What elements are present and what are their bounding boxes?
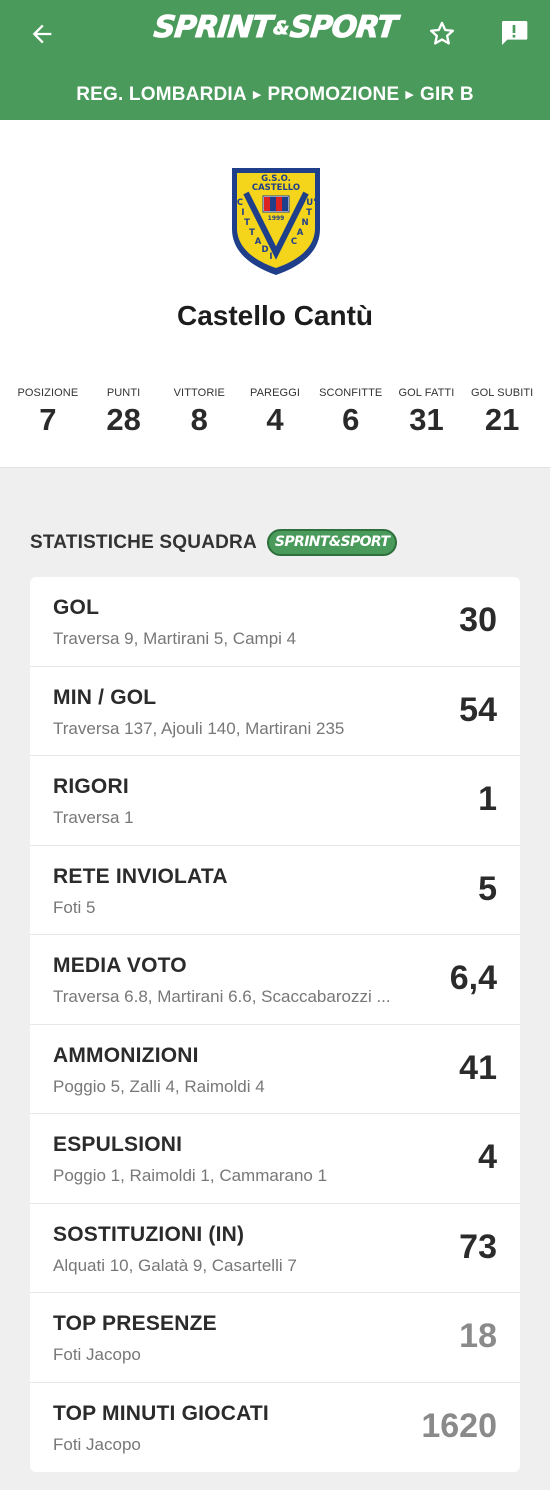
stat-row-value: 41 [459,1048,497,1087]
stat-row-value: 18 [459,1317,497,1355]
stat-row-title: MEDIA VOTO [53,954,187,977]
svg-text:U': U' [306,198,316,208]
sprint-sport-mini-logo: SPRINT&SPORT [266,529,398,556]
stat-row-red-cards[interactable]: ESPULSIONI Poggio 1, Raimoldi 1, Cammara… [30,1114,520,1204]
stat-value: 7 [39,402,57,437]
stat-row-yellow-cards[interactable]: AMMONIZIONI Poggio 5, Zalli 4, Raimoldi … [30,1025,520,1114]
stat-row-subtitle: Traversa 6.8, Martirani 6.6, Scaccabaroz… [53,987,391,1006]
stat-row-title: MIN / GOL [53,685,157,709]
stat-row-value: 73 [459,1227,497,1266]
stat-row-title: RIGORI [53,775,129,798]
stat-row-goals[interactable]: GOL Traversa 9, Martirani 5, Campi 4 30 [30,577,520,667]
breadcrumb-group[interactable]: GIR B [420,84,474,105]
logo-ampersand: & [271,18,289,40]
stat-label: PAREGGI [250,387,301,399]
stat-row-top-minutes[interactable]: TOP MINUTI GIOCATI Foti Jacopo 1620 [30,1383,520,1473]
section-title: STATISTICHE SQUADRA SPRINT&SPORT [30,529,398,556]
stat-row-subtitle: Foti 5 [53,897,96,917]
breadcrumb-separator-icon: ▶ [405,89,415,101]
stat-label: VITTORIE [173,387,225,399]
team-badge-icon: G.S.O. CASTELLO 1999 CITTA DI U'TNAC [232,168,320,275]
stat-row-subtitle: Poggio 5, Zalli 4, Raimoldi 4 [53,1076,265,1096]
stat-label: PUNTI [106,387,141,399]
svg-text:C: C [237,198,243,208]
logo-text-left: SPRINT [151,10,274,46]
stat-row-title: AMMONIZIONI [53,1043,199,1067]
stat-row-value: 30 [459,601,497,639]
breadcrumb-region[interactable]: REG. LOMBARDIA [76,84,247,105]
stat-points: PUNTI 28 [86,387,162,438]
report-button[interactable] [495,14,533,52]
stat-row-subtitle: Foti Jacopo [53,1345,141,1364]
badge-club-text: CASTELLO [252,183,300,193]
stat-label: GOL FATTI [398,387,455,399]
app-header: SPRINT&SPORT REG. LOMBARDIA ▶ PROMOZIONE ▶ G… [0,0,550,120]
stat-value: 4 [266,402,284,437]
badge-year-text: 1999 [268,215,285,222]
stat-value: 31 [409,402,444,437]
breadcrumb-separator-icon: ▶ [252,89,262,101]
stat-row-subtitle: Traversa 9, Martirani 5, Campi 4 [53,629,297,648]
svg-text:T: T [306,208,312,218]
stat-row-title: ESPULSIONI [53,1133,183,1156]
svg-text:I: I [241,208,244,218]
svg-text:D: D [261,245,268,255]
stat-row-value: 4 [478,1138,497,1176]
stat-row-top-appearances[interactable]: TOP PRESENZE Foti Jacopo 18 [30,1293,520,1383]
team-summary-panel: G.S.O. CASTELLO 1999 CITTA DI U' T N A C Cas… [0,120,550,468]
svg-text:T: T [244,218,250,228]
stat-row-subtitle: Traversa 137, Ajouli 140, Martirani 235 [53,718,345,738]
stat-row-value: 6,4 [449,959,497,997]
stat-row-value: 54 [459,690,497,729]
stat-row-subtitle: Poggio 1, Raimoldi 1, Cammarano 1 [53,1166,328,1185]
stat-row-minutes-per-goal[interactable]: MIN / GOL Traversa 137, Ajouli 140, Mart… [30,667,520,756]
stat-row-subtitle: Alquati 10, Galatà 9, Casartelli 7 [53,1255,297,1275]
stat-row-value: 1620 [421,1406,497,1445]
stat-goals-against: GOL SUBITI 21 [464,387,540,438]
alert-message-icon [502,21,528,45]
stat-label: GOL SUBITI [471,387,534,399]
breadcrumb-league[interactable]: PROMOZIONE [268,84,400,105]
stat-row-title: RETE INVIOLATA [53,864,228,888]
svg-text:I: I [269,252,272,262]
stat-row-subtitle: Traversa 1 [53,808,134,827]
stat-label: SCONFITTE [319,387,383,399]
stat-value: 8 [190,402,208,437]
stat-row-title: GOL [53,596,100,619]
sprint-sport-logo: SPRINT&SPORT [0,10,550,46]
stat-draws: PAREGGI 4 [237,387,313,438]
favorite-button[interactable] [424,16,460,52]
team-standing-stats: POSIZIONE 7 PUNTI 28 VITTORIE 8 PAREGGI … [10,387,540,438]
stat-losses: SCONFITTE 6 [313,387,389,438]
stat-row-penalties[interactable]: RIGORI Traversa 1 1 [30,756,520,846]
stat-row-substitutions[interactable]: SOSTITUZIONI (IN) Alquati 10, Galatà 9, … [30,1204,520,1293]
stat-row-value: 5 [478,869,497,908]
stat-goals-for: GOL FATTI 31 [389,387,465,438]
section-title-text: STATISTICHE SQUADRA [30,531,257,553]
stat-row-title: SOSTITUZIONI (IN) [53,1222,245,1246]
team-stats-card: GOL Traversa 9, Martirani 5, Campi 4 30 … [30,577,520,1472]
stat-value: 6 [342,402,360,437]
stat-position: POSIZIONE 7 [10,387,86,438]
stat-row-value: 1 [478,780,497,818]
stat-row-title: TOP PRESENZE [53,1312,217,1335]
logo-text-right: SPORT [288,10,399,46]
stat-row-subtitle: Foti Jacopo [53,1434,141,1454]
stat-row-title: TOP MINUTI GIOCATI [53,1401,269,1425]
stat-value: 21 [484,402,520,437]
stat-label: POSIZIONE [17,387,79,399]
stat-row-clean-sheets[interactable]: RETE INVIOLATA Foti 5 5 [30,846,520,935]
svg-text:N: N [301,218,308,228]
breadcrumb: REG. LOMBARDIA ▶ PROMOZIONE ▶ GIR B [0,84,550,106]
stat-row-average-rating[interactable]: MEDIA VOTO Traversa 6.8, Martirani 6.6, … [30,935,520,1025]
svg-text:C: C [291,237,297,247]
stat-value: 28 [106,402,141,437]
stat-wins: VITTORIE 8 [161,387,237,438]
star-outline-icon [429,21,455,45]
team-name: Castello Cantù [176,300,374,331]
svg-text:A: A [297,228,304,238]
